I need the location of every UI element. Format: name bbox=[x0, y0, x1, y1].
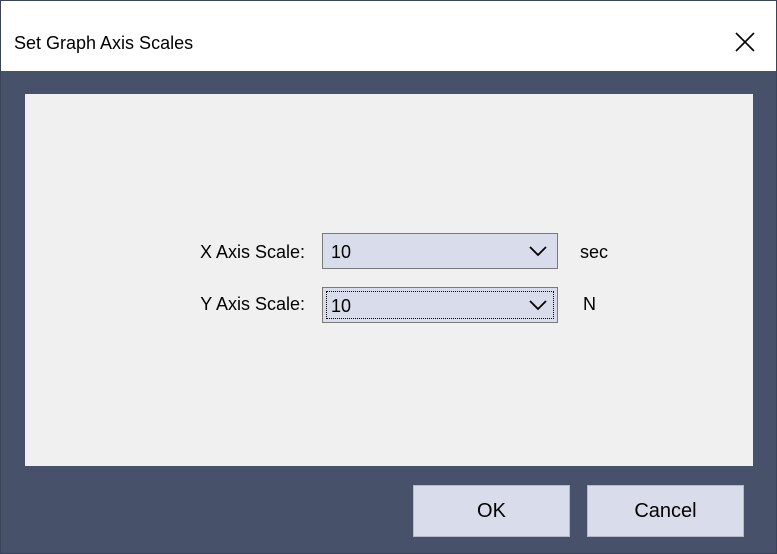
x-axis-scale-select[interactable]: 10 bbox=[322, 233, 558, 269]
x-axis-unit: sec bbox=[580, 242, 609, 262]
chevron-down-icon bbox=[529, 300, 547, 311]
y-axis-scale-label: Y Axis Scale: bbox=[200, 294, 305, 314]
dialog-window: Set Graph Axis Scales X Axis Scale: 10 s… bbox=[0, 0, 777, 554]
focus-outline bbox=[326, 291, 554, 319]
dialog-title: Set Graph Axis Scales bbox=[14, 33, 194, 53]
y-axis-unit: N bbox=[583, 294, 596, 314]
ok-button[interactable]: OK bbox=[413, 485, 570, 537]
x-axis-scale-value: 10 bbox=[331, 242, 352, 262]
close-icon bbox=[735, 32, 755, 52]
y-axis-scale-value: 10 bbox=[331, 296, 352, 316]
title-bar: Set Graph Axis Scales bbox=[1, 1, 776, 71]
settings-panel: X Axis Scale: 10 sec Y Axis Scale: 10 N bbox=[25, 94, 753, 466]
y-axis-scale-select[interactable]: 10 bbox=[322, 287, 558, 323]
cancel-button[interactable]: Cancel bbox=[587, 485, 744, 537]
close-button[interactable] bbox=[721, 19, 771, 67]
chevron-down-icon bbox=[529, 246, 547, 257]
x-axis-scale-label: X Axis Scale: bbox=[199, 242, 305, 262]
